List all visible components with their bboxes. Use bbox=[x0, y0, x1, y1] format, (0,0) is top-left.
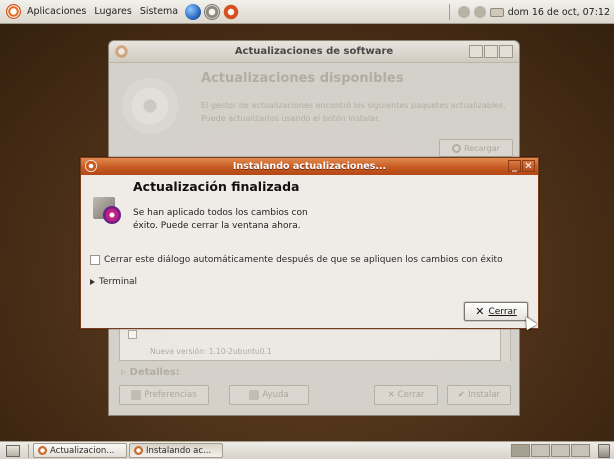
close-button-label: Cerrar bbox=[488, 306, 517, 317]
web-browser-icon[interactable] bbox=[185, 3, 202, 20]
update-finished-heading: Actualización finalizada bbox=[133, 179, 300, 194]
workspace-3[interactable] bbox=[551, 444, 570, 457]
updates-description: El gestor de actualizaciones encontró lo… bbox=[201, 101, 506, 123]
ubuntu-logo-icon[interactable] bbox=[6, 4, 21, 19]
tools-icon bbox=[131, 390, 142, 400]
expander-arrow-icon bbox=[90, 279, 95, 285]
install-button[interactable]: ✔ Instalar bbox=[447, 385, 511, 405]
show-desktop-icon[interactable] bbox=[6, 444, 20, 457]
close-window-button[interactable] bbox=[499, 45, 513, 58]
installing-updates-dialog: Instalando actualizaciones... _ ✕ Actual… bbox=[80, 157, 539, 331]
terminal-label: Terminal bbox=[99, 277, 138, 287]
software-updates-titlebar[interactable]: Actualizaciones de software bbox=[109, 41, 519, 63]
help-lifebuoy-icon[interactable] bbox=[223, 3, 240, 20]
bottom-panel: Actualizacion... Instalando ac... bbox=[0, 441, 614, 459]
auto-close-label[interactable]: Cerrar este diálogo automáticamente desp… bbox=[104, 255, 503, 265]
package-checkbox[interactable] bbox=[128, 330, 137, 339]
updates-available-heading: Actualizaciones disponibles bbox=[201, 71, 404, 86]
reload-button[interactable]: Recargar bbox=[439, 139, 513, 157]
auto-close-checkbox[interactable] bbox=[90, 255, 100, 265]
message-line-2: éxito. Puede cerrar la ventana ahora. bbox=[133, 221, 301, 231]
task-label: Actualizacion... bbox=[50, 445, 115, 456]
task-app-icon bbox=[134, 446, 143, 455]
details-expander[interactable]: ▹ Detalles: bbox=[121, 367, 180, 378]
taskbar-separator bbox=[28, 443, 29, 458]
details-label: Detalles: bbox=[129, 367, 180, 378]
terminal-expander[interactable]: Terminal bbox=[90, 277, 137, 287]
package-list[interactable]: Nueva versión: 1.10-2ubuntu0.1 bbox=[119, 325, 511, 362]
help-button[interactable]: Ayuda bbox=[229, 385, 309, 405]
top-panel: Aplicaciones Lugares Sistema dom 16 de o… bbox=[0, 0, 614, 24]
trash-icon[interactable] bbox=[598, 444, 610, 458]
minimize-button[interactable] bbox=[469, 45, 483, 58]
tray-separator bbox=[448, 4, 450, 20]
dialog-window-menu-icon[interactable] bbox=[85, 160, 97, 172]
help-icon bbox=[249, 390, 260, 400]
preferences-label: Preferencias bbox=[144, 390, 197, 400]
workspace-2[interactable] bbox=[531, 444, 550, 457]
task-instalando[interactable]: Instalando ac... bbox=[129, 443, 223, 458]
system-tray: dom 16 de oct, 07:12 bbox=[448, 0, 610, 24]
dialog-minimize-button[interactable]: _ bbox=[508, 160, 521, 172]
menu-aplicaciones[interactable]: Aplicaciones bbox=[23, 6, 90, 17]
dialog-titlebar[interactable]: Instalando actualizaciones... _ ✕ bbox=[81, 158, 538, 175]
workspace-switcher bbox=[511, 444, 590, 457]
window-controls bbox=[469, 45, 513, 58]
close-x-icon: ✕ bbox=[387, 390, 395, 400]
software-updates-title: Actualizaciones de software bbox=[234, 46, 394, 57]
menu-sistema[interactable]: Sistema bbox=[136, 6, 182, 17]
preferences-button[interactable]: Preferencias bbox=[119, 385, 209, 405]
dialog-window-controls: _ ✕ bbox=[508, 160, 535, 172]
close-x-icon: ✕ bbox=[475, 305, 485, 318]
close-button[interactable]: ✕ Cerrar bbox=[464, 302, 528, 321]
auto-close-option[interactable]: Cerrar este diálogo automáticamente desp… bbox=[90, 255, 503, 265]
dialog-close-window-button[interactable]: ✕ bbox=[522, 160, 535, 172]
help-label: Ayuda bbox=[262, 390, 289, 400]
task-actualizaciones[interactable]: Actualizacion... bbox=[33, 443, 127, 458]
task-app-icon bbox=[38, 446, 47, 455]
task-label: Instalando ac... bbox=[146, 445, 212, 456]
close-updates-button[interactable]: ✕ Cerrar bbox=[374, 385, 438, 405]
message-line-1: Se han aplicado todos los cambios con bbox=[133, 208, 308, 218]
mail-client-icon[interactable] bbox=[204, 3, 221, 20]
cd-disc-icon bbox=[121, 77, 179, 135]
menu-lugares[interactable]: Lugares bbox=[90, 6, 136, 17]
package-new-version: Nueva versión: 1.10-2ubuntu0.1 bbox=[150, 347, 272, 356]
network-icon[interactable] bbox=[489, 7, 504, 17]
volume-icon[interactable] bbox=[473, 6, 486, 18]
dialog-title: Instalando actualizaciones... bbox=[232, 161, 387, 172]
clock[interactable]: dom 16 de oct, 07:12 bbox=[508, 7, 610, 18]
package-disc-shape bbox=[103, 206, 121, 224]
maximize-button[interactable] bbox=[484, 45, 498, 58]
reload-icon bbox=[452, 143, 462, 153]
workspace-4[interactable] bbox=[571, 444, 590, 457]
install-label: Instalar bbox=[468, 390, 501, 400]
update-notifier-icon[interactable] bbox=[457, 6, 470, 18]
package-list-scrollbar[interactable] bbox=[500, 326, 510, 362]
close-updates-label: Cerrar bbox=[397, 390, 425, 400]
workspace-1[interactable] bbox=[511, 444, 530, 457]
window-menu-icon[interactable] bbox=[115, 45, 128, 58]
update-finished-message: Se han aplicado todos los cambios con éx… bbox=[133, 207, 393, 233]
checkmark-icon: ✔ bbox=[457, 390, 466, 400]
package-install-icon bbox=[91, 194, 121, 224]
reload-label: Recargar bbox=[464, 143, 500, 153]
